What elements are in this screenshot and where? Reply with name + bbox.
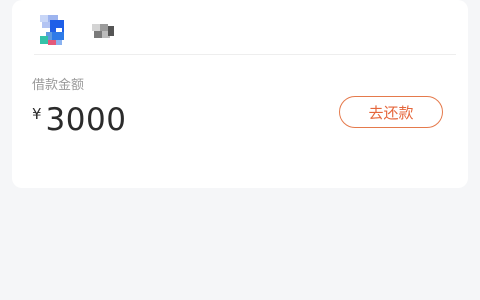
app-name-blurred [82, 22, 118, 40]
loan-card: 借款金额 ¥ 3000 去还款 [12, 0, 468, 188]
card-header [12, 0, 468, 55]
loan-amount: ¥ 3000 [32, 98, 126, 142]
currency-symbol: ¥ [32, 105, 42, 123]
header-divider [34, 54, 456, 55]
loan-amount-label: 借款金额 [32, 78, 85, 93]
repay-button[interactable]: 去还款 [339, 96, 443, 128]
app-logo-icon [36, 14, 68, 46]
loan-amount-value: 3000 [45, 102, 127, 138]
